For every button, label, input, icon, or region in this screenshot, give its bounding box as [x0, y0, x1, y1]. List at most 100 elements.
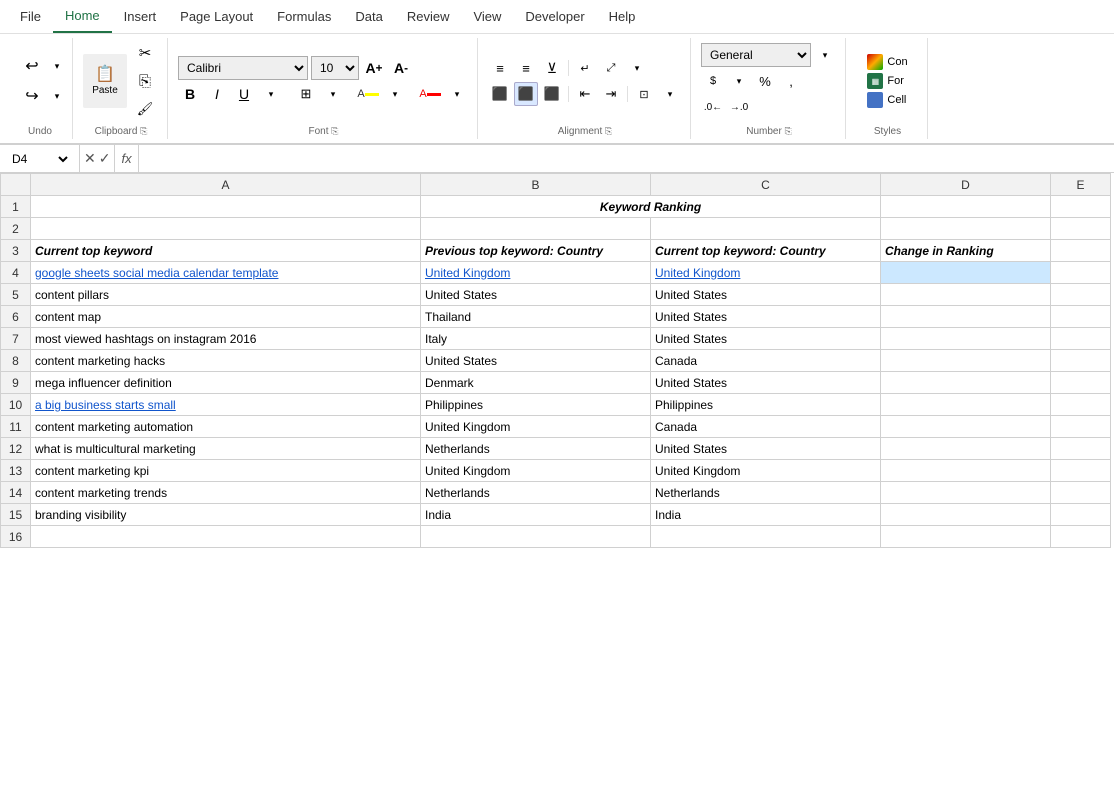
- number-format-dropdown[interactable]: ▾: [813, 43, 837, 67]
- cell-d7[interactable]: [881, 328, 1051, 350]
- cell-a12[interactable]: what is multicultural marketing: [31, 438, 421, 460]
- cell-d15[interactable]: [881, 504, 1051, 526]
- row-header-16[interactable]: 16: [1, 526, 31, 548]
- row-header-12[interactable]: 12: [1, 438, 31, 460]
- cell-b15[interactable]: India: [421, 504, 651, 526]
- cell-e5[interactable]: [1051, 284, 1111, 306]
- comma-button[interactable]: ,: [779, 69, 803, 93]
- copy-button[interactable]: ⎘: [131, 68, 159, 94]
- orientation-dropdown[interactable]: ▾: [625, 56, 649, 80]
- cell-a3[interactable]: Current top keyword: [31, 240, 421, 262]
- cell-a14[interactable]: content marketing trends: [31, 482, 421, 504]
- wrap-text-button[interactable]: ↵: [573, 56, 597, 80]
- row-header-10[interactable]: 10: [1, 394, 31, 416]
- accounting-button[interactable]: $: [701, 69, 725, 93]
- decrease-font-button[interactable]: A-: [389, 56, 413, 80]
- paste-button[interactable]: 📋 Paste: [83, 54, 127, 108]
- cell-e14[interactable]: [1051, 482, 1111, 504]
- cell-e10[interactable]: [1051, 394, 1111, 416]
- formula-input[interactable]: [139, 152, 1114, 166]
- align-top-center-button[interactable]: ≡: [514, 56, 538, 80]
- cell-c16[interactable]: [651, 526, 881, 548]
- borders-button[interactable]: ⊞: [294, 82, 318, 106]
- cell-d4[interactable]: [881, 262, 1051, 284]
- tab-formulas[interactable]: Formulas: [265, 1, 343, 32]
- percent-button[interactable]: %: [753, 69, 777, 93]
- cell-c12[interactable]: United States: [651, 438, 881, 460]
- cell-e7[interactable]: [1051, 328, 1111, 350]
- cell-d16[interactable]: [881, 526, 1051, 548]
- row-header-4[interactable]: 4: [1, 262, 31, 284]
- cell-e15[interactable]: [1051, 504, 1111, 526]
- cell-ref-select[interactable]: D4: [8, 151, 71, 167]
- col-header-b[interactable]: B: [421, 174, 651, 196]
- conditional-formatting-item[interactable]: Con: [867, 54, 907, 70]
- align-center-button[interactable]: ⬛: [514, 82, 538, 106]
- cell-e3[interactable]: [1051, 240, 1111, 262]
- italic-button[interactable]: I: [205, 82, 229, 106]
- cell-c5[interactable]: United States: [651, 284, 881, 306]
- row-header-3[interactable]: 3: [1, 240, 31, 262]
- decrease-decimal-button[interactable]: .0←: [701, 95, 725, 119]
- redo-button[interactable]: ↪: [16, 82, 48, 110]
- row-header-2[interactable]: 2: [1, 218, 31, 240]
- cell-d9[interactable]: [881, 372, 1051, 394]
- tab-data[interactable]: Data: [343, 1, 394, 32]
- row-header-15[interactable]: 15: [1, 504, 31, 526]
- cell-d12[interactable]: [881, 438, 1051, 460]
- fill-color-dropdown[interactable]: ▾: [383, 82, 407, 106]
- row-header-6[interactable]: 6: [1, 306, 31, 328]
- cell-e2[interactable]: [1051, 218, 1111, 240]
- cell-a6[interactable]: content map: [31, 306, 421, 328]
- tab-file[interactable]: File: [8, 1, 53, 32]
- formula-confirm-icon[interactable]: ✓: [99, 150, 111, 167]
- cell-d8[interactable]: [881, 350, 1051, 372]
- merge-button[interactable]: ⊡: [632, 82, 656, 106]
- increase-indent-button[interactable]: ⇥: [599, 82, 623, 106]
- sheet-scroll-area[interactable]: A B C D E 1 Keyword Ranking 2: [0, 173, 1114, 548]
- font-color-dropdown[interactable]: ▾: [445, 82, 469, 106]
- cell-c2[interactable]: [651, 218, 881, 240]
- col-header-a[interactable]: A: [31, 174, 421, 196]
- cell-d1[interactable]: [881, 196, 1051, 218]
- cell-e16[interactable]: [1051, 526, 1111, 548]
- underline-dropdown[interactable]: ▾: [259, 82, 283, 106]
- align-right-button[interactable]: ⬛: [540, 82, 564, 106]
- cell-c4[interactable]: United Kingdom: [651, 262, 881, 284]
- row-header-1[interactable]: 1: [1, 196, 31, 218]
- cell-c3[interactable]: Current top keyword: Country: [651, 240, 881, 262]
- cell-b6[interactable]: Thailand: [421, 306, 651, 328]
- cell-a5[interactable]: content pillars: [31, 284, 421, 306]
- row-header-9[interactable]: 9: [1, 372, 31, 394]
- tab-home[interactable]: Home: [53, 0, 112, 33]
- cell-b3[interactable]: Previous top keyword: Country: [421, 240, 651, 262]
- cell-b5[interactable]: United States: [421, 284, 651, 306]
- cell-c11[interactable]: Canada: [651, 416, 881, 438]
- row-header-11[interactable]: 11: [1, 416, 31, 438]
- undo-button[interactable]: ↩: [16, 52, 48, 80]
- row-header-8[interactable]: 8: [1, 350, 31, 372]
- cell-b2[interactable]: [421, 218, 651, 240]
- cell-a4[interactable]: google sheets social media calendar temp…: [31, 262, 421, 284]
- cell-a2[interactable]: [31, 218, 421, 240]
- align-top-left-button[interactable]: ≡: [488, 56, 512, 80]
- cell-b14[interactable]: Netherlands: [421, 482, 651, 504]
- cell-b7[interactable]: Italy: [421, 328, 651, 350]
- increase-decimal-button[interactable]: →.0: [727, 95, 751, 119]
- tab-help[interactable]: Help: [597, 1, 648, 32]
- cell-a8[interactable]: content marketing hacks: [31, 350, 421, 372]
- cell-b9[interactable]: Denmark: [421, 372, 651, 394]
- formula-cancel-icon[interactable]: ✕: [84, 150, 96, 167]
- cell-d2[interactable]: [881, 218, 1051, 240]
- cell-e9[interactable]: [1051, 372, 1111, 394]
- row-header-7[interactable]: 7: [1, 328, 31, 350]
- cell-b10[interactable]: Philippines: [421, 394, 651, 416]
- increase-font-button[interactable]: A+: [362, 56, 386, 80]
- cell-a11[interactable]: content marketing automation: [31, 416, 421, 438]
- cell-a16[interactable]: [31, 526, 421, 548]
- tab-page-layout[interactable]: Page Layout: [168, 1, 265, 32]
- cell-b4[interactable]: United Kingdom: [421, 262, 651, 284]
- cell-d13[interactable]: [881, 460, 1051, 482]
- underline-button[interactable]: U: [232, 82, 256, 106]
- align-left-button[interactable]: ⬛: [488, 82, 512, 106]
